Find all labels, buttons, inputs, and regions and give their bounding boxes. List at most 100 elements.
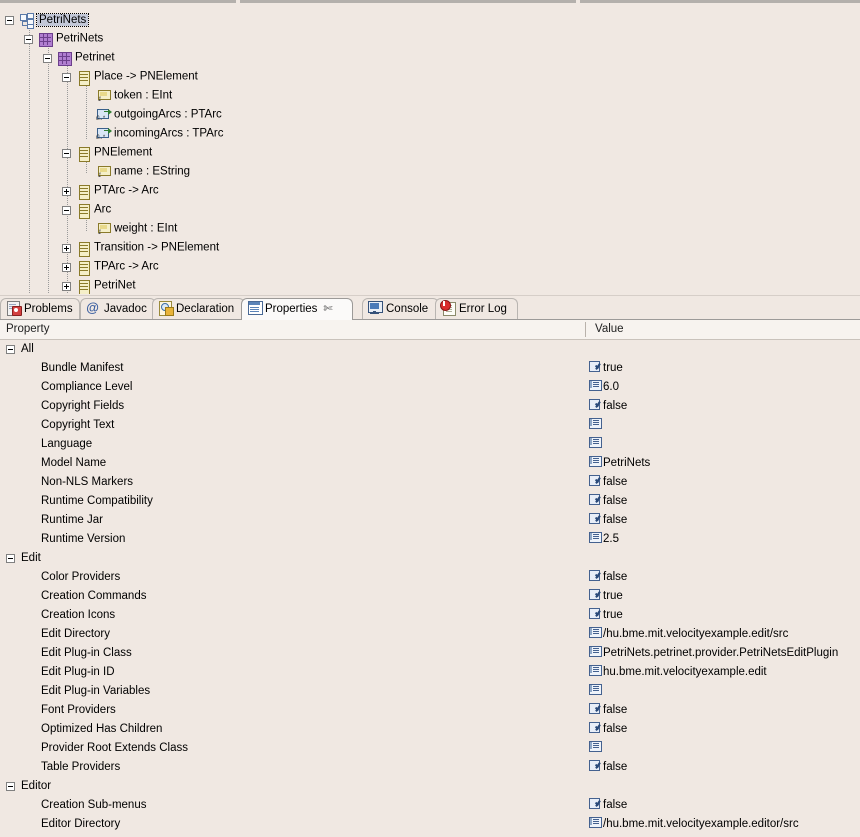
- boolean-value-icon: [589, 608, 601, 620]
- text-value-icon: [589, 665, 602, 677]
- property-name: Edit Plug-in ID: [41, 666, 115, 678]
- property-row[interactable]: Optimized Has Children false: [0, 720, 860, 739]
- property-value-cell[interactable]: 6.0: [589, 378, 860, 397]
- property-value-cell[interactable]: false: [589, 701, 860, 720]
- property-row[interactable]: Copyright Text: [0, 416, 860, 435]
- column-header-value[interactable]: Value: [595, 320, 624, 339]
- boolean-value-icon: [589, 798, 601, 810]
- property-value-cell[interactable]: [589, 416, 860, 435]
- property-row[interactable]: Non-NLS Markers false: [0, 473, 860, 492]
- property-value-cell[interactable]: false: [589, 397, 860, 416]
- property-name: Language: [41, 438, 93, 450]
- expand-icon[interactable]: [62, 281, 71, 291]
- property-category-row[interactable]: All: [0, 340, 860, 359]
- property-value-cell[interactable]: [589, 435, 860, 454]
- property-row[interactable]: Edit Plug-in Class PetriNets.petrinet.pro…: [0, 644, 860, 663]
- tree-row[interactable]: 0..* outgoingArcs : PTArc: [0, 99, 860, 123]
- collapse-icon[interactable]: [6, 782, 15, 791]
- property-value-text: false: [603, 761, 628, 773]
- property-value-cell[interactable]: [589, 739, 860, 758]
- property-row[interactable]: Font Providers false: [0, 701, 860, 720]
- property-name: Editor Directory: [41, 818, 121, 830]
- property-value-cell[interactable]: false: [589, 796, 860, 815]
- tab-properties[interactable]: Properties ✄: [241, 298, 353, 320]
- problems-icon: [6, 301, 22, 316]
- collapse-icon[interactable]: [6, 345, 15, 354]
- property-row[interactable]: Edit Plug-in Variables: [0, 682, 860, 701]
- property-value-cell[interactable]: /hu.bme.mit.velocityexample.edit/src: [589, 625, 860, 644]
- tree-row[interactable]: Place -> PNElement: [0, 61, 860, 87]
- property-value-cell[interactable]: 2.5: [589, 530, 860, 549]
- tree-row[interactable]: PNElement: [0, 137, 860, 163]
- property-value-cell[interactable]: true: [589, 359, 860, 378]
- close-icon[interactable]: ✄: [323, 299, 332, 320]
- property-value-cell[interactable]: false: [589, 511, 860, 530]
- tree-row[interactable]: 1 token : EInt: [0, 80, 860, 103]
- tab-problems[interactable]: Problems: [0, 298, 80, 319]
- property-row[interactable]: Bundle Manifest true: [0, 359, 860, 378]
- tab-error-log[interactable]: Error Log: [435, 298, 518, 319]
- property-name: Model Name: [41, 457, 107, 469]
- column-header-property[interactable]: Property: [6, 320, 49, 339]
- property-value-cell[interactable]: false: [589, 720, 860, 739]
- tab-declaration[interactable]: Declaration: [152, 298, 245, 319]
- tree-row[interactable]: 1 weight : EInt: [0, 213, 860, 236]
- property-row[interactable]: Edit Plug-in ID hu.bme.mit.velocityexampl…: [0, 663, 860, 682]
- tree-row[interactable]: 0..* incomingArcs : TPArc: [0, 118, 860, 142]
- property-row[interactable]: Runtime Version 2.5: [0, 530, 860, 549]
- property-name: Table Providers: [41, 761, 121, 773]
- property-value-cell[interactable]: hu.bme.mit.velocityexample.edit: [589, 663, 860, 682]
- property-row[interactable]: Provider Root Extends Class: [0, 739, 860, 758]
- tab-console[interactable]: Console: [362, 298, 439, 319]
- properties-view[interactable]: Property Value All Bundle Manifest true Com…: [0, 320, 860, 837]
- column-separator[interactable]: [585, 322, 586, 337]
- property-value-cell[interactable]: /hu.bme.mit.velocityexample.editor/src: [589, 815, 860, 834]
- tree-row[interactable]: PetriNets: [0, 4, 860, 30]
- property-row[interactable]: Creation Icons true: [0, 606, 860, 625]
- property-value-cell[interactable]: true: [589, 606, 860, 625]
- property-value-cell[interactable]: false: [589, 473, 860, 492]
- property-value-text: /hu.bme.mit.velocityexample.edit/src: [603, 628, 789, 640]
- property-value-cell[interactable]: false: [589, 568, 860, 587]
- property-row[interactable]: Table Providers false: [0, 758, 860, 777]
- tree-row[interactable]: PetriNet: [0, 270, 860, 294]
- ecore-model-tree[interactable]: PetriNets PetriNets Petrinet Place -> PNEle…: [0, 4, 860, 294]
- property-row[interactable]: Edit Directory/hu.bme.mit.velocityexampl…: [0, 625, 860, 644]
- property-row[interactable]: Creation Sub-menus false: [0, 796, 860, 815]
- property-category-row[interactable]: Edit: [0, 549, 860, 568]
- tree-row[interactable]: Arc: [0, 194, 860, 220]
- property-row[interactable]: Editor Directory/hu.bme.mit.velocityexam…: [0, 815, 860, 834]
- property-row[interactable]: Language: [0, 435, 860, 454]
- property-category-row[interactable]: Editor: [0, 777, 860, 796]
- console-icon: [368, 301, 383, 315]
- property-value-cell[interactable]: false: [589, 758, 860, 777]
- error-log-icon: [440, 300, 456, 316]
- property-value-text: false: [603, 704, 628, 716]
- property-row[interactable]: Model Name PetriNets: [0, 454, 860, 473]
- property-value-cell[interactable]: [589, 682, 860, 701]
- tree-row[interactable]: PTArc -> Arc: [0, 175, 860, 201]
- tab-javadoc[interactable]: @ Javadoc: [80, 298, 156, 319]
- property-value-cell[interactable]: PetriNets: [589, 454, 860, 473]
- property-row[interactable]: Creation Commands true: [0, 587, 860, 606]
- boolean-value-icon: [589, 703, 601, 715]
- tree-row[interactable]: Petrinet: [0, 42, 860, 67]
- properties-table-body[interactable]: All Bundle Manifest true Compliance Level 6.…: [0, 340, 860, 834]
- tree-row[interactable]: 1 name : EString: [0, 156, 860, 179]
- property-row[interactable]: Runtime Compatibility false: [0, 492, 860, 511]
- tree-row[interactable]: Transition -> PNElement: [0, 232, 860, 258]
- tree-row[interactable]: PetriNets: [0, 23, 860, 48]
- property-row[interactable]: Runtime Jar false: [0, 511, 860, 530]
- boolean-value-icon: [589, 760, 601, 772]
- view-tab-bar[interactable]: Problems @ Javadoc Declaration Properties ✄ Co…: [0, 298, 860, 320]
- property-row[interactable]: Color Providers false: [0, 568, 860, 587]
- property-row[interactable]: Copyright Fields false: [0, 397, 860, 416]
- property-value-cell[interactable]: false: [589, 492, 860, 511]
- property-row[interactable]: Compliance Level 6.0: [0, 378, 860, 397]
- collapse-icon[interactable]: [6, 554, 15, 563]
- tree-row[interactable]: TPArc -> Arc: [0, 251, 860, 277]
- property-value-cell[interactable]: true: [589, 587, 860, 606]
- property-value-cell[interactable]: PetriNets.petrinet.provider.PetriNetsEdi…: [589, 644, 860, 663]
- property-value-text: false: [603, 799, 628, 811]
